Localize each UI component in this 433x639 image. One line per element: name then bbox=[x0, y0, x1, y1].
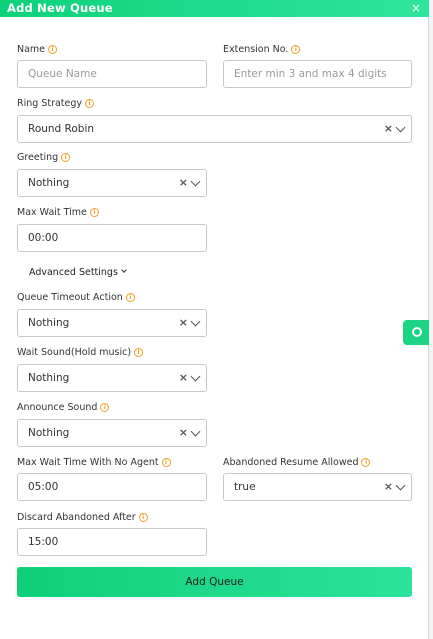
info-icon: i bbox=[100, 403, 110, 412]
info-icon: i bbox=[89, 208, 99, 217]
info-icon: i bbox=[61, 153, 71, 162]
greeting-value: Nothing bbox=[28, 177, 70, 189]
gear-icon bbox=[412, 327, 422, 337]
advanced-settings-toggle[interactable]: Advanced Settings bbox=[29, 267, 127, 279]
clear-icon[interactable]: × bbox=[179, 310, 188, 336]
discard-abandoned-label: Discard Abandoned After i bbox=[17, 512, 148, 524]
dialog-header: Add New Queue × bbox=[0, 0, 429, 17]
abandoned-resume-label-text: Abandoned Resume Allowed bbox=[223, 457, 359, 468]
extension-label-text: Extension No. bbox=[223, 44, 289, 55]
ring-strategy-value: Round Robin bbox=[28, 123, 95, 135]
abandoned-resume-value: true bbox=[234, 481, 256, 493]
max-wait-time-input[interactable]: 00:00 bbox=[17, 224, 207, 252]
chevron-down-icon[interactable] bbox=[190, 316, 201, 326]
queue-timeout-action-value: Nothing bbox=[28, 317, 70, 329]
abandoned-resume-select[interactable]: true × bbox=[223, 473, 412, 501]
greeting-select[interactable]: Nothing × bbox=[17, 169, 207, 197]
info-icon: i bbox=[85, 99, 95, 108]
close-icon[interactable]: × bbox=[411, 0, 421, 17]
greeting-label-text: Greeting bbox=[17, 152, 59, 163]
discard-abandoned-label-text: Discard Abandoned After bbox=[17, 512, 136, 523]
ring-strategy-label: Ring Strategy i bbox=[17, 98, 95, 110]
queue-timeout-action-label-text: Queue Timeout Action bbox=[17, 292, 123, 303]
announce-sound-label-text: Announce Sound bbox=[17, 402, 98, 413]
add-queue-dialog: Add New Queue × Name i Queue Name Extensi… bbox=[0, 0, 429, 639]
max-wait-no-agent-input[interactable]: 05:00 bbox=[17, 473, 207, 501]
chevron-down-icon[interactable] bbox=[395, 480, 406, 490]
chevron-down-icon[interactable] bbox=[190, 426, 201, 436]
info-icon: i bbox=[161, 458, 171, 467]
dialog-title: Add New Queue bbox=[7, 1, 113, 15]
info-icon: i bbox=[125, 293, 135, 302]
queue-timeout-action-label: Queue Timeout Action i bbox=[17, 292, 135, 304]
wait-sound-value: Nothing bbox=[28, 372, 70, 384]
max-wait-no-agent-label-text: Max Wait Time With No Agent bbox=[17, 457, 159, 468]
greeting-label: Greeting i bbox=[17, 152, 71, 164]
clear-icon[interactable]: × bbox=[179, 420, 188, 446]
max-wait-time-label-text: Max Wait Time bbox=[17, 207, 87, 218]
info-icon: i bbox=[138, 513, 148, 522]
wait-sound-label: Wait Sound(Hold music) i bbox=[17, 347, 144, 359]
chevron-down-icon[interactable] bbox=[190, 371, 201, 381]
info-icon: i bbox=[361, 458, 371, 467]
wait-sound-select[interactable]: Nothing × bbox=[17, 364, 207, 392]
max-wait-time-label: Max Wait Time i bbox=[17, 207, 99, 219]
clear-icon[interactable]: × bbox=[179, 365, 188, 391]
ring-strategy-select[interactable]: Round Robin × bbox=[17, 115, 412, 143]
max-wait-no-agent-label: Max Wait Time With No Agent i bbox=[17, 457, 171, 469]
queue-name-input[interactable]: Queue Name bbox=[17, 60, 207, 88]
info-icon: i bbox=[291, 45, 301, 54]
clear-icon[interactable]: × bbox=[179, 170, 188, 196]
extension-input[interactable]: Enter min 3 and max 4 digits bbox=[223, 60, 412, 88]
clear-icon[interactable]: × bbox=[384, 116, 393, 142]
announce-sound-label: Announce Sound i bbox=[17, 402, 110, 414]
chevron-down-icon[interactable] bbox=[190, 176, 201, 186]
clear-icon[interactable]: × bbox=[384, 474, 393, 500]
extension-label: Extension No. i bbox=[223, 44, 301, 56]
info-icon: i bbox=[134, 348, 144, 357]
name-label: Name i bbox=[17, 44, 58, 56]
announce-sound-select[interactable]: Nothing × bbox=[17, 419, 207, 447]
info-icon: i bbox=[48, 45, 58, 54]
name-label-text: Name bbox=[17, 44, 46, 55]
add-queue-button[interactable]: Add Queue bbox=[17, 567, 412, 597]
scrollbar[interactable] bbox=[429, 0, 433, 639]
chevron-down-icon[interactable] bbox=[395, 122, 406, 132]
queue-timeout-action-select[interactable]: Nothing × bbox=[17, 309, 207, 337]
advanced-settings-label: Advanced Settings bbox=[29, 267, 118, 278]
discard-abandoned-input[interactable]: 15:00 bbox=[17, 528, 207, 556]
chevron-down-icon bbox=[121, 267, 127, 273]
ring-strategy-label-text: Ring Strategy bbox=[17, 98, 83, 109]
announce-sound-value: Nothing bbox=[28, 427, 70, 439]
abandoned-resume-label: Abandoned Resume Allowed i bbox=[223, 457, 371, 469]
wait-sound-label-text: Wait Sound(Hold music) bbox=[17, 347, 132, 358]
